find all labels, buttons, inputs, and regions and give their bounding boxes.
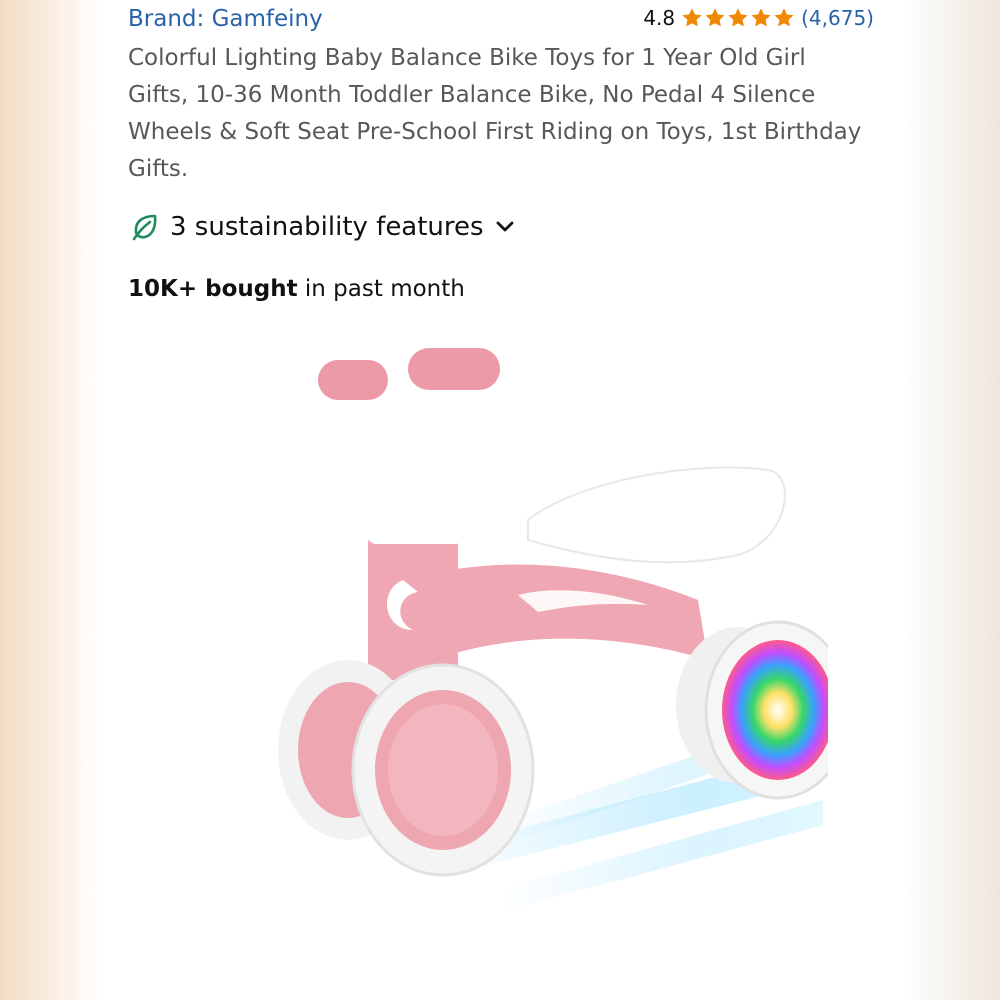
star-icon xyxy=(774,8,794,27)
bought-period: in past month xyxy=(297,276,465,302)
star-rating xyxy=(681,7,795,29)
brand-link[interactable]: Brand: Gamfeiny xyxy=(128,6,323,32)
rating-summary[interactable]: 4.8 (4,675) xyxy=(643,6,874,30)
sustainability-label: 3 sustainability features xyxy=(170,212,484,242)
bought-in-past-month: 10K+ bought in past month xyxy=(128,276,465,302)
ratings-count-link[interactable]: (4,675) xyxy=(801,6,874,30)
star-icon xyxy=(705,8,725,27)
star-icon xyxy=(751,8,771,27)
product-card: Brand: Gamfeiny 4.8 (4,675) Colorful Lig… xyxy=(98,0,904,1000)
front-wheels xyxy=(278,660,535,877)
product-title: Colorful Lighting Baby Balance Bike Toys… xyxy=(128,45,862,182)
leaf-icon xyxy=(132,214,157,241)
star-icon xyxy=(728,8,748,27)
product-image[interactable] xyxy=(178,330,828,940)
chevron-down-icon xyxy=(496,221,513,232)
rating-value: 4.8 xyxy=(643,6,676,30)
sustainability-features-toggle[interactable]: 3 sustainability features xyxy=(130,212,516,242)
bought-count: 10K+ bought xyxy=(128,276,298,302)
star-icon xyxy=(682,8,702,27)
